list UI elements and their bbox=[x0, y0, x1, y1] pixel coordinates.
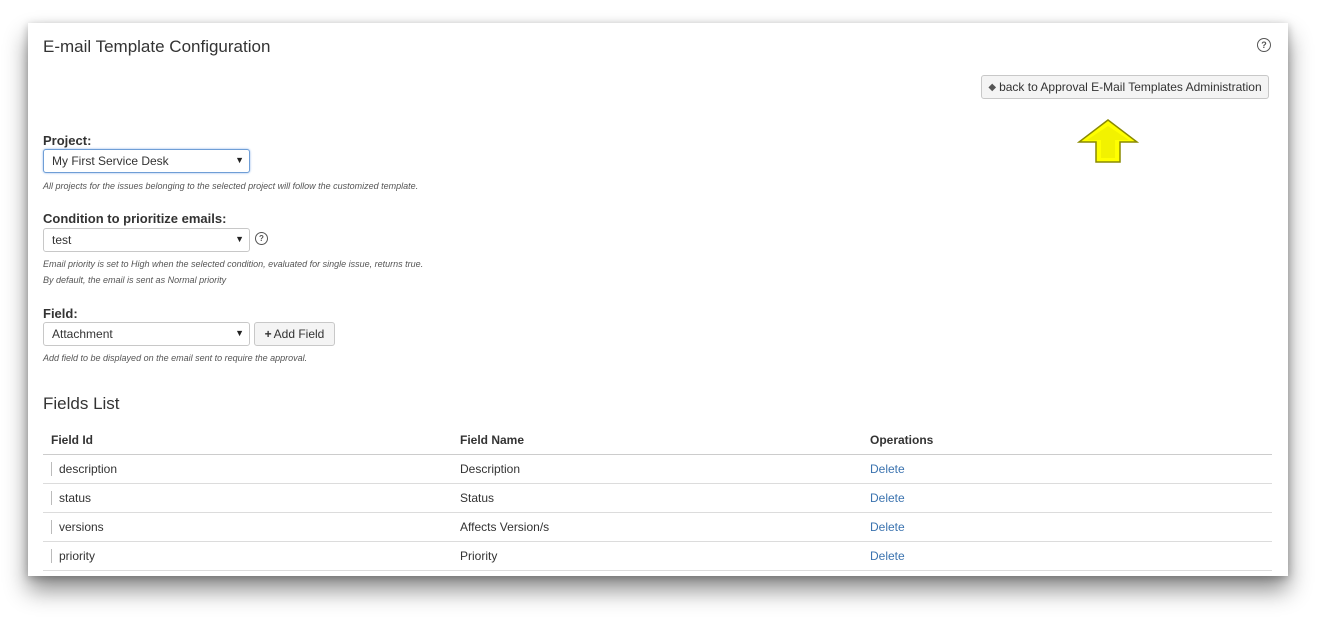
project-select[interactable]: My First Service Desk ▼ bbox=[43, 149, 250, 173]
table-row: versions Affects Version/s Delete bbox=[43, 513, 1272, 542]
table-row: description Description Delete bbox=[43, 455, 1272, 484]
project-select-value: My First Service Desk bbox=[52, 154, 169, 168]
table-header: Field Id Field Name Operations bbox=[43, 426, 1272, 455]
field-hint: Add field to be displayed on the email s… bbox=[43, 353, 308, 363]
drag-handle[interactable] bbox=[51, 520, 52, 534]
field-name-cell: Description bbox=[460, 462, 521, 476]
field-select[interactable]: Attachment ▼ bbox=[43, 322, 250, 346]
column-header-field-name: Field Name bbox=[460, 433, 525, 447]
condition-help-icon[interactable]: ? bbox=[255, 232, 268, 245]
condition-select[interactable]: test ▼ bbox=[43, 228, 250, 252]
back-to-administration-button[interactable]: ◆ back to Approval E-Mail Templates Admi… bbox=[981, 75, 1269, 99]
table-row: status Status Delete bbox=[43, 484, 1272, 513]
add-field-label: Add Field bbox=[273, 327, 325, 341]
diamond-arrow-icon: ◆ bbox=[988, 81, 997, 93]
field-name-cell: Priority bbox=[460, 549, 498, 563]
field-name-cell: Affects Version/s bbox=[460, 520, 550, 534]
fields-table: Field Id Field Name Operations descripti… bbox=[43, 426, 1272, 571]
condition-select-value: test bbox=[52, 233, 72, 247]
field-select-value: Attachment bbox=[52, 327, 113, 341]
project-label: Project: bbox=[43, 133, 92, 148]
field-id-cell: description bbox=[59, 462, 118, 476]
column-header-operations: Operations bbox=[870, 433, 934, 447]
fields-list-title: Fields List bbox=[43, 394, 120, 413]
page-title: E-mail Template Configuration bbox=[43, 37, 271, 56]
delete-link[interactable]: Delete bbox=[870, 484, 905, 512]
field-id-cell: versions bbox=[59, 520, 104, 534]
field-id-cell: status bbox=[59, 491, 92, 505]
field-name-cell: Status bbox=[460, 491, 495, 505]
add-field-button[interactable]: + Add Field bbox=[254, 322, 335, 346]
condition-label: Condition to prioritize emails: bbox=[43, 211, 227, 226]
field-id-cell: priority bbox=[59, 549, 96, 563]
plus-icon: + bbox=[264, 327, 272, 341]
back-button-label: back to Approval E-Mail Templates Admini… bbox=[999, 80, 1262, 94]
help-icon[interactable]: ? bbox=[1257, 38, 1271, 52]
delete-link[interactable]: Delete bbox=[870, 513, 905, 541]
chevron-down-icon: ▼ bbox=[235, 328, 244, 338]
condition-hint-line1: Email priority is set to High when the s… bbox=[43, 259, 424, 269]
table-row: priority Priority Delete bbox=[43, 542, 1272, 571]
chevron-down-icon: ▼ bbox=[235, 155, 244, 165]
condition-hint-line2: By default, the email is sent as Normal … bbox=[43, 275, 227, 285]
delete-link[interactable]: Delete bbox=[870, 455, 905, 483]
drag-handle[interactable] bbox=[51, 549, 52, 563]
project-hint: All projects for the issues belonging to… bbox=[43, 181, 419, 191]
drag-handle[interactable] bbox=[51, 491, 52, 505]
field-label: Field: bbox=[43, 306, 78, 321]
yellow-up-arrow-icon bbox=[1077, 119, 1139, 163]
delete-link[interactable]: Delete bbox=[870, 542, 905, 570]
column-header-field-id: Field Id bbox=[51, 433, 93, 447]
chevron-down-icon: ▼ bbox=[235, 234, 244, 244]
email-template-panel: E-mail Template Configuration ? ◆ back t… bbox=[28, 23, 1288, 576]
drag-handle[interactable] bbox=[51, 462, 52, 476]
